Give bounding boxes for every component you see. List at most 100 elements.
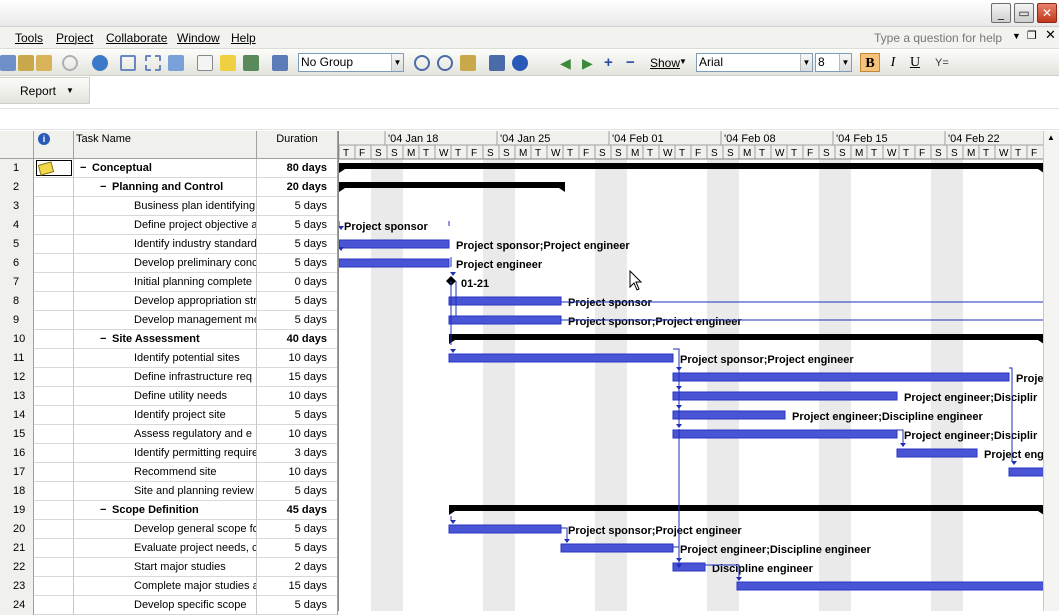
arrow-left-icon[interactable]: ◀ — [560, 55, 576, 71]
task-name-cell[interactable]: Develop general scope fo — [74, 520, 257, 539]
row-id[interactable]: 17 — [0, 463, 34, 482]
note-icon[interactable] — [37, 161, 55, 176]
row-id[interactable]: 2 — [0, 178, 34, 197]
table-row[interactable]: 9 Develop management mo 5 days — [0, 311, 338, 330]
duration-cell[interactable]: 45 days — [257, 501, 338, 520]
table-row[interactable]: 16 Identify permitting require 3 days — [0, 444, 338, 463]
menu-help[interactable]: Help — [231, 31, 256, 45]
duration-cell[interactable]: 15 days — [257, 368, 338, 387]
menu-window[interactable]: Window — [177, 31, 220, 45]
duration-cell[interactable]: 5 days — [257, 482, 338, 501]
table-row[interactable]: 15 Assess regulatory and e 10 days — [0, 425, 338, 444]
duration-cell[interactable]: 5 days — [257, 406, 338, 425]
duration-cell[interactable]: 5 days — [257, 596, 338, 615]
task-information-icon[interactable] — [197, 55, 213, 71]
duration-cell[interactable]: 5 days — [257, 311, 338, 330]
table-row[interactable]: 12 Define infrastructure req 15 days — [0, 368, 338, 387]
table-row[interactable]: 11 Identify potential sites 10 days — [0, 349, 338, 368]
scroll-up-icon[interactable]: ▲ — [1047, 133, 1055, 142]
table-row[interactable]: 6 Develop preliminary conc 5 days — [0, 254, 338, 273]
zoom-out-icon[interactable] — [437, 55, 453, 71]
duration-cell[interactable]: 40 days — [257, 330, 338, 349]
copy-picture-icon[interactable] — [272, 55, 288, 71]
document-restore-icon[interactable]: ❐ — [1027, 29, 1037, 42]
vertical-scrollbar[interactable]: ▲ — [1043, 131, 1059, 611]
cut-icon[interactable] — [0, 55, 16, 71]
collapse-toggle-icon[interactable]: − — [100, 501, 106, 519]
row-id[interactable]: 18 — [0, 482, 34, 501]
row-id[interactable]: 10 — [0, 330, 34, 349]
collapse-toggle-icon[interactable]: − — [100, 330, 106, 348]
task-name-cell[interactable]: Define utility needs — [74, 387, 257, 406]
table-row[interactable]: 20 Develop general scope fo 5 days — [0, 520, 338, 539]
row-id[interactable]: 24 — [0, 596, 34, 615]
duration-cell[interactable]: 15 days — [257, 577, 338, 596]
table-row[interactable]: 1− Conceptual 80 days — [0, 159, 338, 178]
duration-cell[interactable]: 5 days — [257, 216, 338, 235]
minimize-button[interactable]: _ — [991, 3, 1011, 23]
help-icon[interactable] — [512, 55, 528, 71]
row-id[interactable]: 9 — [0, 311, 34, 330]
task-name-cell[interactable]: Identify industry standard — [74, 235, 257, 254]
duration-cell[interactable]: 5 days — [257, 254, 338, 273]
table-row[interactable]: 19− Scope Definition 45 days — [0, 501, 338, 520]
collapse-toggle-icon[interactable]: − — [80, 159, 86, 177]
duration-cell[interactable]: 10 days — [257, 349, 338, 368]
row-id[interactable]: 15 — [0, 425, 34, 444]
report-button[interactable]: Report — [20, 84, 56, 98]
task-name-cell[interactable]: Define project objective a — [74, 216, 257, 235]
task-name-cell[interactable]: Develop management mo — [74, 311, 257, 330]
row-id[interactable]: 23 — [0, 577, 34, 596]
zoom-in-icon[interactable] — [414, 55, 430, 71]
row-id[interactable]: 11 — [0, 349, 34, 368]
task-name-cell[interactable]: Define infrastructure req — [74, 368, 257, 387]
font-size-select[interactable]: 8 ▼ — [815, 53, 852, 72]
indicators-column-header[interactable]: i — [34, 131, 74, 159]
copy-wizard-icon[interactable] — [489, 55, 505, 71]
show-dropdown-icon[interactable]: ▼ — [679, 57, 687, 66]
table-row[interactable]: 23 Complete major studies a 15 days — [0, 577, 338, 596]
row-id[interactable]: 8 — [0, 292, 34, 311]
task-name-cell[interactable]: Identify permitting require — [74, 444, 257, 463]
font-select[interactable]: Arial ▼ — [696, 53, 813, 72]
table-row[interactable]: 2 − Planning and Control 20 days — [0, 178, 338, 197]
duration-cell[interactable]: 5 days — [257, 235, 338, 254]
chevron-down-icon[interactable]: ▼ — [391, 54, 403, 71]
task-name-cell[interactable]: − Planning and Control — [74, 178, 257, 197]
report-dropdown-icon[interactable]: ▼ — [66, 86, 74, 95]
help-search-input[interactable]: Type a question for help — [874, 30, 1024, 46]
row-id[interactable]: 12 — [0, 368, 34, 387]
row-id[interactable]: 20 — [0, 520, 34, 539]
task-name-cell[interactable]: − Scope Definition — [74, 501, 257, 520]
bold-button[interactable]: B — [860, 53, 880, 72]
duration-cell[interactable]: 5 days — [257, 292, 338, 311]
collapse-toggle-icon[interactable]: − — [100, 178, 106, 196]
task-name-cell[interactable]: Develop preliminary conc — [74, 254, 257, 273]
task-name-cell[interactable]: Identify potential sites — [74, 349, 257, 368]
task-name-cell[interactable]: Site and planning review — [74, 482, 257, 501]
row-id[interactable]: 7 — [0, 273, 34, 292]
row-id[interactable]: 22 — [0, 558, 34, 577]
table-row[interactable]: 8 Develop appropriation str 5 days — [0, 292, 338, 311]
row-id[interactable]: 6 — [0, 254, 34, 273]
duration-cell[interactable]: 20 days — [257, 178, 338, 197]
italic-button[interactable]: I — [883, 53, 903, 72]
gantt-chart[interactable]: TFSSMTWTFSSMTWTFSSMTWTFSSMTWTFSSMTWTFSSM… — [338, 131, 1043, 611]
scroll-to-task-icon[interactable] — [460, 55, 476, 71]
table-row[interactable]: 3 Business plan identifying 5 days — [0, 197, 338, 216]
row-id[interactable]: 3 — [0, 197, 34, 216]
table-row[interactable]: 4 Define project objective a5 days — [0, 216, 338, 235]
table-row[interactable]: 24 Develop specific scope 5 days — [0, 596, 338, 615]
row-id[interactable]: 5 — [0, 235, 34, 254]
table-row[interactable]: 17 Recommend site 10 days — [0, 463, 338, 482]
task-name-cell[interactable]: − Conceptual — [74, 159, 257, 178]
filter-icon[interactable]: Y= — [935, 55, 951, 71]
table-row[interactable]: 10− Site Assessment 40 days — [0, 330, 338, 349]
duration-cell[interactable]: 5 days — [257, 520, 338, 539]
link-tasks-icon[interactable] — [120, 55, 136, 71]
split-task-icon[interactable] — [168, 55, 184, 71]
task-name-cell[interactable]: Develop specific scope — [74, 596, 257, 615]
group-by-select[interactable]: No Group ▼ — [298, 53, 404, 72]
table-row[interactable]: 14 Identify project site 5 days — [0, 406, 338, 425]
duration-cell[interactable]: 10 days — [257, 387, 338, 406]
